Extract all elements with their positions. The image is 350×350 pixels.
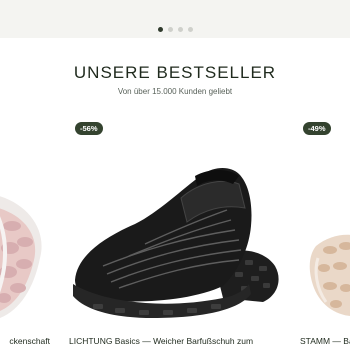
product-name-right[interactable]: STAMM — Ba: [300, 336, 350, 346]
discount-badge: -56%: [75, 122, 103, 135]
section-title: UNSERE BESTSELLER: [73, 63, 277, 82]
carousel-dot-1[interactable]: [157, 27, 163, 32]
discount-badge: -49%: [303, 122, 331, 135]
product-name-left[interactable]: ckenschaft: [9, 336, 50, 346]
top-banner-area: [0, 0, 350, 38]
section-subtitle: Von über 15.000 Kunden geliebt: [117, 87, 233, 96]
carousel-dot-2[interactable]: [167, 27, 173, 32]
carousel-dot-4[interactable]: [187, 27, 193, 32]
product-image-beige-shoe-sole[interactable]: [296, 138, 350, 323]
carousel-dot-3[interactable]: [177, 27, 183, 32]
product-image-pink-shoe-sole[interactable]: [0, 138, 50, 323]
product-image-black-water-shoe[interactable]: [63, 138, 287, 323]
product-name-center[interactable]: LICHTUNG Basics — Weicher Barfußschuh zu…: [69, 336, 253, 346]
carousel-pagination: [0, 27, 350, 32]
